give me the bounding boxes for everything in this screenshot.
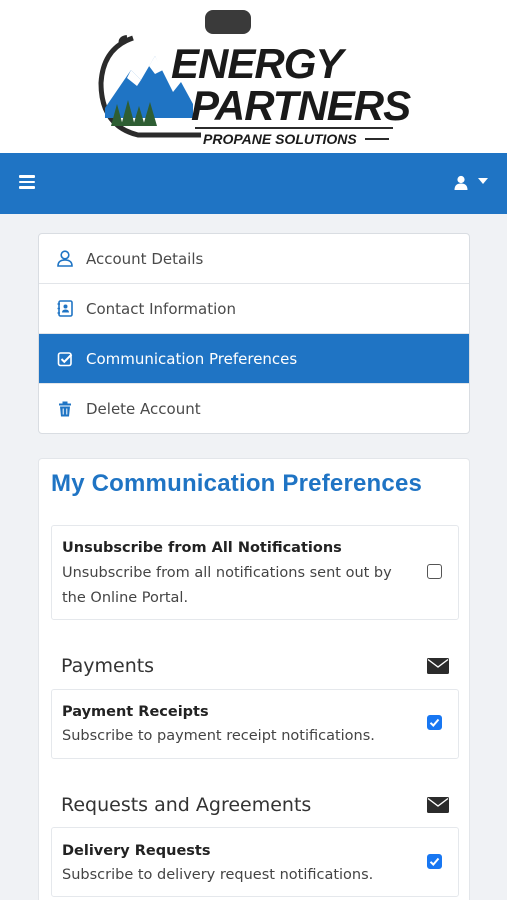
energy-partners-logo[interactable]: ENERGY PARTNERS PROPANE SOLUTIONS [93,8,415,148]
menu-item-label: Delete Account [86,400,201,418]
menu-item-label: Contact Information [86,299,236,318]
menu-item-delete-account[interactable]: Delete Account [39,384,469,433]
contact-card-icon [56,300,74,318]
page-title: My Communication Preferences [51,470,423,497]
unsubscribe-desc-line2: the Online Portal. [62,590,189,606]
checkmark-icon [429,857,440,866]
caret-down-icon [478,178,488,184]
top-nav-bar [0,153,507,214]
envelope-icon [427,658,449,674]
account-menu: Account Details Contact Information Comm… [38,233,470,434]
menu-item-account-details[interactable]: Account Details [39,234,469,284]
hamburger-menu-icon[interactable] [19,175,35,189]
payment-receipts-checkbox[interactable] [427,715,442,730]
menu-item-communication-preferences[interactable]: Communication Preferences [39,334,469,384]
menu-item-contact-information[interactable]: Contact Information [39,284,469,334]
logo-tagline: PROPANE SOLUTIONS [203,131,357,147]
unsubscribe-all-box: Unsubscribe from All Notifications Unsub… [51,525,459,620]
delivery-requests-title: Delivery Requests [62,843,211,859]
payment-receipts-box: Payment Receipts Subscribe to payment re… [51,689,459,759]
user-menu-dropdown[interactable] [452,173,492,195]
logo-line2: PARTNERS [191,82,411,129]
delivery-requests-checkbox[interactable] [427,854,442,869]
logo-header: ENERGY PARTNERS PROPANE SOLUTIONS [0,0,507,153]
section-heading-payments: Payments [61,655,155,677]
envelope-icon [427,797,449,813]
trash-icon [56,400,74,418]
menu-item-label: Account Details [86,249,204,268]
payment-receipts-description: Subscribe to payment receipt notificatio… [62,728,375,744]
user-outline-icon [56,250,74,268]
unsubscribe-desc-line1: Unsubscribe from all notifications sent … [62,565,392,581]
user-icon [454,175,468,190]
logo-line1: ENERGY [171,40,347,87]
delivery-requests-description: Subscribe to delivery request notificati… [62,867,374,883]
preferences-card: My Communication Preferences Unsubscribe… [38,458,470,900]
checkmark-icon [429,718,440,727]
unsubscribe-title: Unsubscribe from All Notifications [62,540,342,556]
unsubscribe-all-checkbox[interactable] [427,564,442,579]
payment-receipts-title: Payment Receipts [62,704,209,720]
unsubscribe-description: Unsubscribe from all notifications sent … [62,561,392,611]
delivery-requests-box: Delivery Requests Subscribe to delivery … [51,827,459,897]
section-heading-requests: Requests and Agreements [61,794,312,816]
menu-item-label: Communication Preferences [86,349,298,368]
check-square-icon [56,350,74,368]
